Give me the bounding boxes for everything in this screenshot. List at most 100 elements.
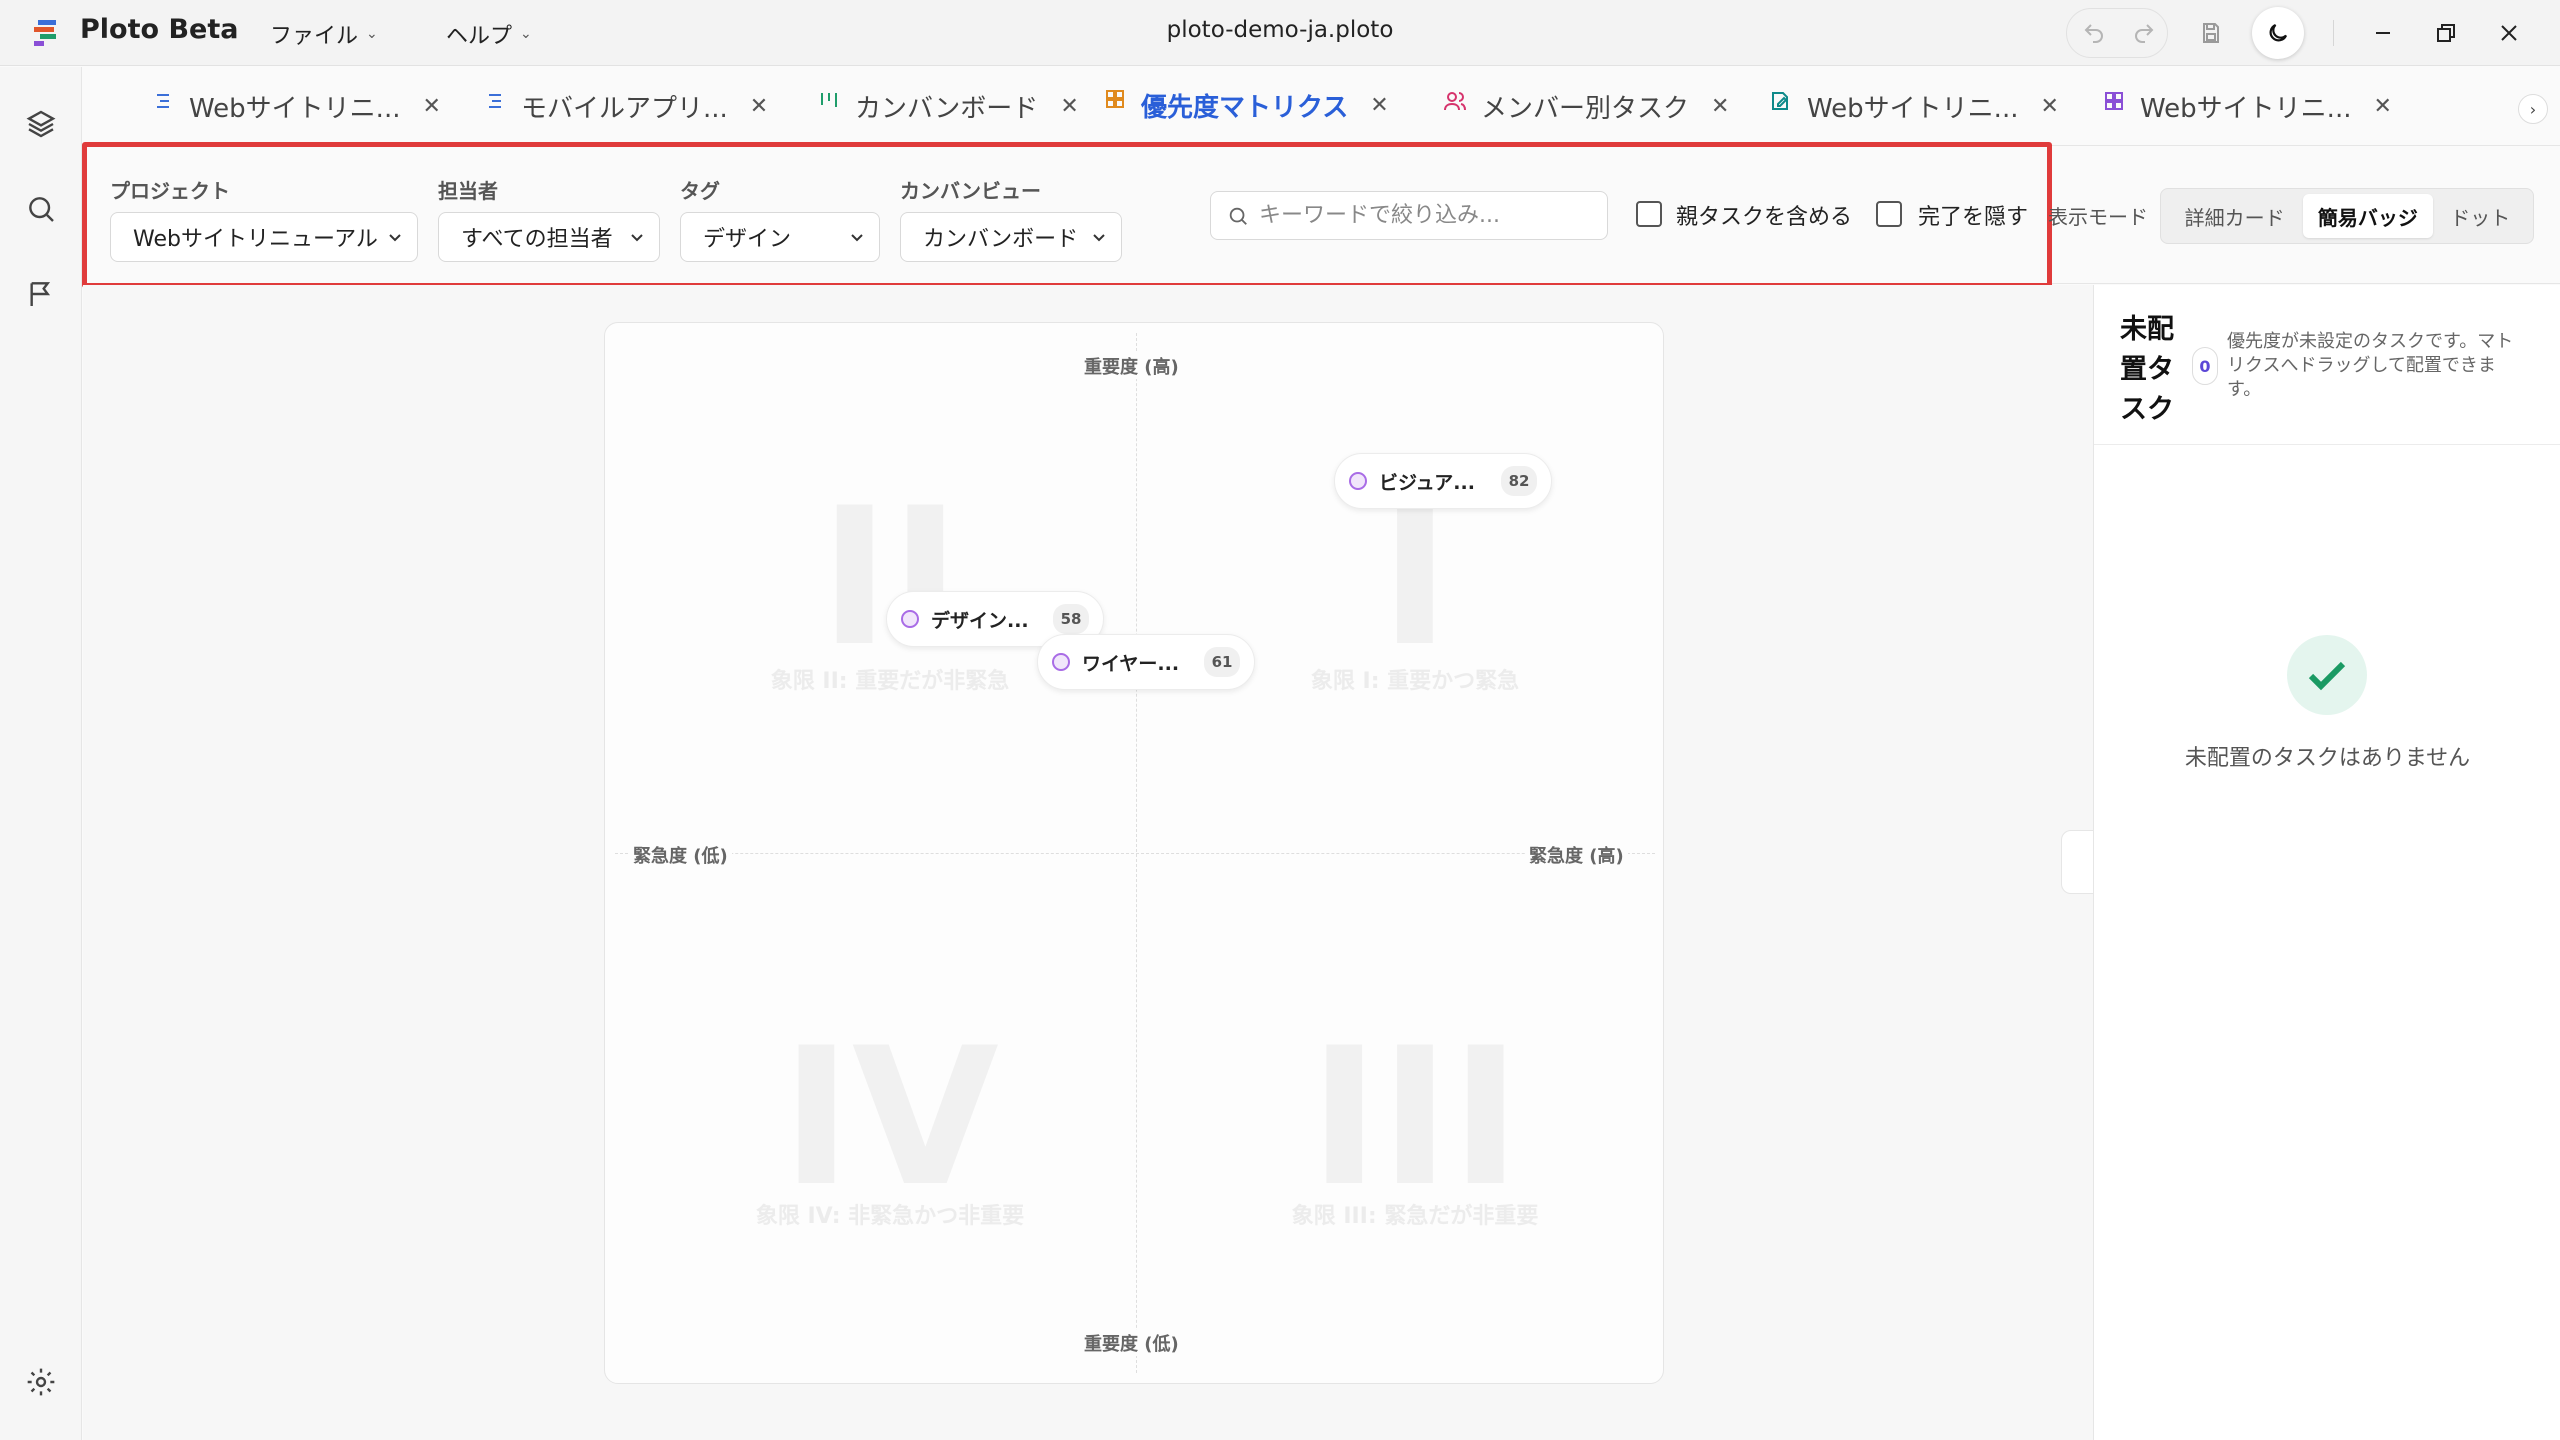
close-icon[interactable]: ✕ xyxy=(2373,94,2391,119)
list-icon xyxy=(489,93,501,108)
mode-detail-card[interactable]: 詳細カード xyxy=(2166,194,2303,238)
minimize-button[interactable] xyxy=(2360,10,2406,56)
minimize-icon xyxy=(2376,32,2390,34)
theme-toggle-button[interactable] xyxy=(2252,7,2304,59)
app-name: Ploto Beta xyxy=(80,14,239,45)
tab-web-renewal-grid[interactable]: Webサイトリニ... ✕ xyxy=(2102,67,2392,146)
close-icon[interactable]: ✕ xyxy=(2040,94,2058,119)
empty-state-badge xyxy=(2287,635,2367,715)
undo-icon xyxy=(2084,24,2103,43)
gear-icon xyxy=(27,1368,55,1396)
task-score-badge: 82 xyxy=(1501,466,1537,496)
settings-button[interactable] xyxy=(24,1365,58,1399)
tab-label: Webサイトリニ... xyxy=(1807,94,2019,124)
assignee-filter-label: 担当者 xyxy=(438,179,498,203)
maximize-button[interactable] xyxy=(2423,10,2469,56)
layers-icon xyxy=(26,110,56,138)
redo-button[interactable] xyxy=(2121,10,2167,56)
menu-file[interactable]: ファイル ⌄ xyxy=(270,18,378,50)
tab-label: Webサイトリニ... xyxy=(189,94,401,124)
tab-bar: Webサイトリニ... ✕ モバイルアプリ... ✕ カンバンボード ✕ 優先度… xyxy=(83,67,2560,146)
tab-label: メンバー別タスク xyxy=(1481,94,1690,124)
task-name: ビジュア... xyxy=(1379,471,1475,494)
menu-help[interactable]: ヘルプ ⌄ xyxy=(446,18,532,50)
quadrant-3-caption: 象限 III: 緊急だが非重要 xyxy=(1291,1204,1539,1229)
axis-label-importance-low: 重要度 (低) xyxy=(1080,1330,1183,1356)
display-mode-segmented-control: 詳細カード 簡易バッジ ドット xyxy=(2160,188,2534,244)
hide-done-checkbox[interactable] xyxy=(1876,201,1902,227)
unplaced-tasks-panel: 未配置タスク 0 優先度が未設定のタスクです。マトリクスへドラッグして配置できま… xyxy=(2093,285,2560,1440)
quadrant-3-numeral: III xyxy=(1308,1007,1522,1228)
tab-mobile-app-list[interactable]: モバイルアプリ... ✕ xyxy=(483,67,768,146)
tag-filter-label: タグ xyxy=(680,179,720,203)
task-icon xyxy=(901,610,919,628)
chevron-right-icon: › xyxy=(2529,99,2537,119)
task-chip[interactable]: ビジュア... 82 xyxy=(1334,453,1552,509)
tab-label: Webサイトリニ... xyxy=(2140,94,2352,124)
titlebar-divider xyxy=(2333,20,2334,46)
restore-icon xyxy=(2437,24,2455,42)
panel-description: 優先度が未設定のタスクです。マトリクスへドラッグして配置できます。 xyxy=(2227,331,2514,400)
search-button[interactable] xyxy=(24,192,58,226)
project-filter-label: プロジェクト xyxy=(110,179,230,203)
kanban-view-select-value: カンバンボード xyxy=(923,227,1079,252)
mode-simple-badge[interactable]: 簡易バッジ xyxy=(2303,194,2433,238)
check-icon xyxy=(2308,661,2346,691)
edit-doc-icon xyxy=(1772,91,1788,110)
close-icon[interactable]: ✕ xyxy=(1711,94,1729,119)
axis-label-urgency-high: 緊急度 (高) xyxy=(1525,842,1628,868)
chevron-down-icon xyxy=(1093,234,1105,242)
task-icon xyxy=(1349,472,1367,490)
undo-button[interactable] xyxy=(2071,10,2117,56)
quadrant-4-caption: 象限 IV: 非緊急かつ非重要 xyxy=(755,1204,1025,1229)
tab-label: カンバンボード xyxy=(855,94,1039,124)
close-icon[interactable]: ✕ xyxy=(750,94,768,119)
kanban-view-select[interactable]: カンバンボード xyxy=(900,212,1122,262)
close-window-button[interactable] xyxy=(2486,10,2532,56)
assignee-select[interactable]: すべての担当者 xyxy=(438,212,660,262)
flag-button[interactable] xyxy=(24,277,58,311)
task-score-badge: 58 xyxy=(1053,604,1089,634)
horizontal-axis xyxy=(615,853,1655,854)
search-icon xyxy=(29,197,54,222)
tab-web-renewal-doc[interactable]: Webサイトリニ... ✕ xyxy=(1769,67,2059,146)
tab-label: 優先度マトリクス xyxy=(1141,92,1349,123)
layers-button[interactable] xyxy=(24,107,58,141)
tag-select[interactable]: デザイン xyxy=(680,212,880,262)
project-select[interactable]: Webサイトリニューアル xyxy=(110,212,418,262)
chevron-down-icon: ⌄ xyxy=(520,26,532,42)
save-icon xyxy=(2203,23,2219,43)
tab-web-renewal-list[interactable]: Webサイトリニ... ✕ xyxy=(151,67,441,146)
close-icon[interactable]: ✕ xyxy=(1060,94,1078,119)
assignee-select-value: すべての担当者 xyxy=(461,227,613,252)
menu-help-label: ヘルプ xyxy=(446,24,513,49)
left-rail xyxy=(0,67,82,1440)
tab-kanban-board[interactable]: カンバンボード ✕ xyxy=(817,67,1079,146)
include-parent-checkbox[interactable] xyxy=(1636,201,1662,227)
include-parent-label: 親タスクを含める xyxy=(1676,205,1853,230)
mode-dot[interactable]: ドット xyxy=(2433,194,2528,238)
tab-label: モバイルアプリ... xyxy=(521,94,728,124)
tab-scroll-right-button[interactable]: › xyxy=(2518,94,2548,124)
chevron-down-icon xyxy=(631,234,643,242)
document-title: ploto-demo-ja.ploto xyxy=(1166,17,1394,43)
menu-file-label: ファイル xyxy=(270,24,359,49)
close-icon[interactable]: ✕ xyxy=(422,94,440,119)
save-button[interactable] xyxy=(2188,10,2234,56)
tab-priority-matrix[interactable]: 優先度マトリクス ✕ xyxy=(1093,67,1399,146)
close-icon xyxy=(2501,25,2517,41)
tab-member-tasks[interactable]: メンバー別タスク ✕ xyxy=(1443,67,1729,146)
keyword-search[interactable] xyxy=(1210,191,1608,240)
kanban-view-filter-label: カンバンビュー xyxy=(900,179,1041,203)
chevron-down-icon xyxy=(851,234,863,242)
close-icon[interactable]: ✕ xyxy=(1370,93,1388,118)
keyword-search-input[interactable] xyxy=(1259,203,1599,228)
task-chip[interactable]: ワイヤー... 61 xyxy=(1037,634,1255,690)
grid-icon xyxy=(2105,91,2123,110)
moon-icon xyxy=(2269,23,2288,42)
axis-label-importance-high: 重要度 (高) xyxy=(1080,353,1183,379)
task-name: ワイヤー... xyxy=(1082,652,1180,675)
tag-select-value: デザイン xyxy=(703,227,792,252)
chevron-down-icon xyxy=(389,234,401,242)
task-icon xyxy=(1052,653,1070,671)
